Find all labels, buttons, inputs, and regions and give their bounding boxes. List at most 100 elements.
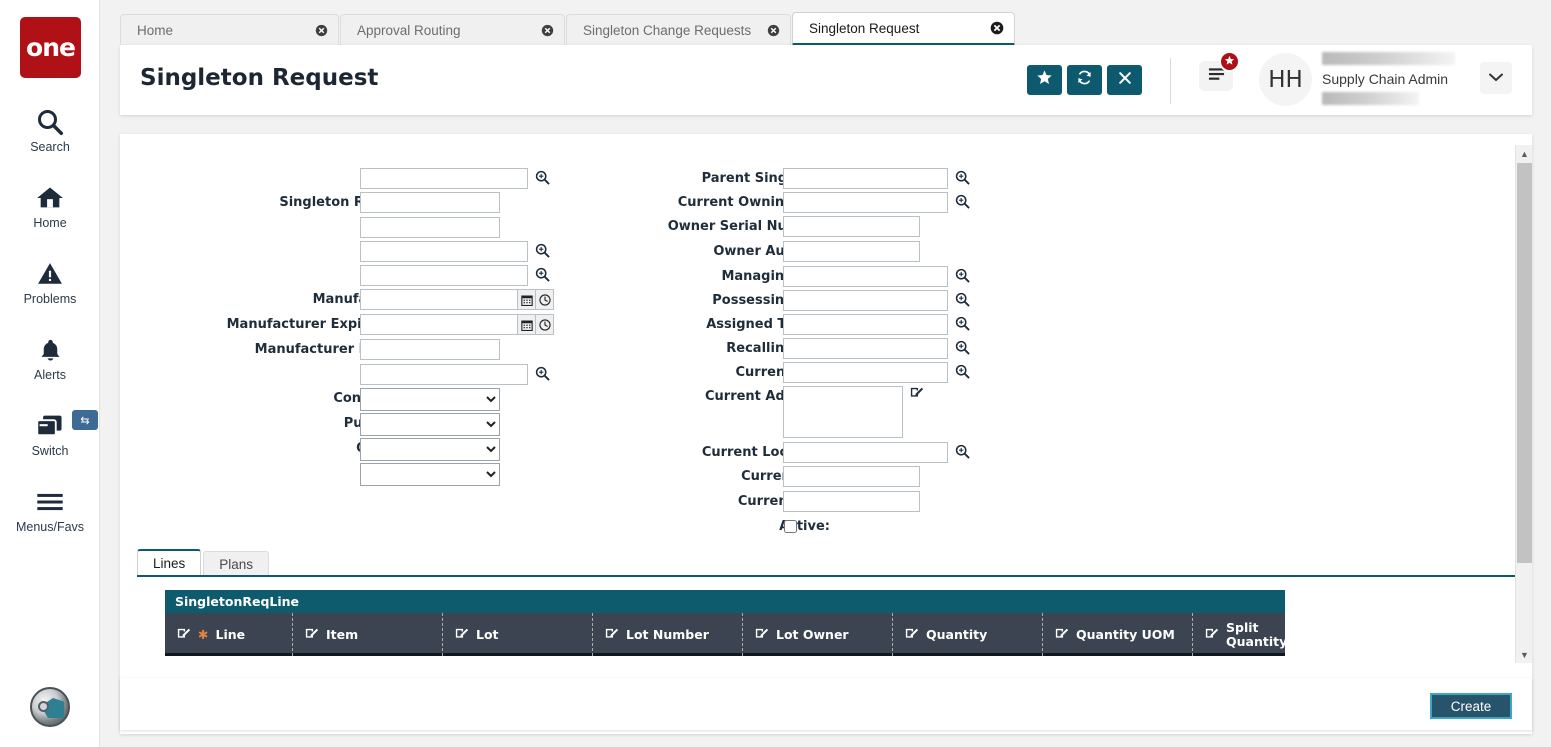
favorite-button[interactable] — [1027, 65, 1062, 95]
tabs-underline — [137, 575, 1515, 577]
grid-col-quantity-uom[interactable]: Quantity UOM — [1042, 613, 1192, 656]
grid-col-lot[interactable]: Lot — [442, 613, 592, 656]
category-input[interactable] — [360, 241, 528, 262]
rail-item-menus-favs[interactable]: Menus/Favs — [0, 485, 100, 534]
field-incomplete: Incomplete: — [150, 463, 450, 484]
close-button[interactable] — [1107, 65, 1142, 95]
field-owner-code: Owner Code: — [150, 438, 450, 459]
grid-col-line[interactable]: ✱ Line — [165, 613, 292, 656]
parent-singleton-input[interactable] — [783, 168, 948, 189]
current-lon-input[interactable] — [783, 491, 920, 512]
avatar-lens-shape — [38, 701, 49, 712]
notification-badge[interactable] — [1219, 51, 1240, 72]
field-possessing-org: Possessing Org: — [530, 290, 830, 311]
bell-icon — [37, 333, 64, 367]
grid-col-label: Line — [215, 628, 245, 642]
recalling-org-input[interactable] — [783, 338, 948, 359]
tab-close-icon[interactable] — [753, 24, 780, 37]
manufacturer-expiration-date-input[interactable] — [360, 314, 518, 335]
description-input[interactable] — [360, 217, 500, 238]
refresh-button[interactable] — [1067, 65, 1102, 95]
condition-code-select[interactable] — [360, 388, 500, 411]
edit-pencil-icon — [1205, 626, 1219, 643]
manufacturer-lot-number-input[interactable] — [360, 339, 500, 360]
grid-col-label: Item — [326, 628, 358, 642]
grid-col-lot-owner[interactable]: Lot Owner — [742, 613, 892, 656]
tab-close-icon[interactable] — [301, 24, 328, 37]
current-owning-org-search-icon[interactable] — [955, 194, 970, 214]
incomplete-select[interactable] — [360, 463, 500, 486]
field-lot: Lot: — [150, 364, 450, 385]
edit-address-icon[interactable] — [910, 385, 924, 404]
field-current-address: Current Address: — [530, 386, 830, 438]
current-lat-input[interactable] — [783, 466, 920, 487]
edit-pencil-icon — [605, 626, 619, 643]
rail-item-home[interactable]: Home — [0, 181, 100, 230]
grid-col-quantity[interactable]: Quantity — [892, 613, 1042, 656]
search-icon — [35, 105, 65, 139]
current-site-input[interactable] — [783, 362, 948, 383]
edit-pencil-icon — [455, 626, 469, 643]
edit-pencil-icon — [1055, 626, 1069, 643]
assigned-to-org-search-icon[interactable] — [955, 316, 970, 336]
vertical-scrollbar[interactable]: ▲ ▼ — [1515, 145, 1532, 663]
lot-input[interactable] — [360, 364, 528, 385]
active-checkbox[interactable] — [784, 520, 797, 533]
grid-col-split-quantity[interactable]: Split Quantity — [1192, 613, 1285, 656]
tab-plans[interactable]: Plans — [203, 551, 269, 576]
user-menu-button[interactable] — [1480, 62, 1512, 94]
owner-aux-key-input[interactable] — [783, 241, 920, 262]
tab-label: Home — [137, 23, 173, 38]
current-owning-org-input[interactable] — [783, 192, 948, 213]
parent-singleton-search-icon[interactable] — [955, 170, 970, 190]
possessing-org-input[interactable] — [783, 290, 948, 311]
owner-code-select[interactable] — [360, 438, 500, 461]
create-button[interactable]: Create — [1430, 693, 1512, 719]
tab-approval-routing[interactable]: Approval Routing — [340, 14, 565, 46]
tab-singleton-request[interactable]: Singleton Request — [792, 12, 1015, 46]
switch-swap-arrows-icon[interactable]: ⇆ — [72, 410, 98, 430]
redacted-user-name — [1322, 52, 1455, 65]
tab-singleton-change-requests[interactable]: Singleton Change Requests — [566, 14, 791, 46]
windows-stack-icon — [35, 409, 65, 443]
tab-home[interactable]: Home — [120, 14, 339, 46]
current-location-input[interactable] — [783, 442, 948, 463]
field-current-lat: Current Lat: — [530, 466, 830, 487]
managing-org-search-icon[interactable] — [955, 268, 970, 288]
grid-header-row: ✱ Line Item Lot Lot Number — [165, 613, 1285, 656]
vertical-scrollbar-thumb[interactable] — [1517, 163, 1532, 563]
tab-lines[interactable]: Lines — [137, 549, 201, 576]
current-address-textarea[interactable] — [783, 386, 903, 438]
item-input[interactable] — [360, 265, 528, 286]
singleton-req-number-input[interactable] — [360, 192, 500, 213]
enterprise-input[interactable] — [360, 168, 528, 189]
owner-serial-number-input[interactable] — [783, 216, 920, 237]
section-tabs: Lines Plans — [137, 549, 271, 576]
user-profile-avatar-icon[interactable] — [30, 687, 70, 727]
purpose-code-select[interactable] — [360, 413, 500, 436]
brand-logo[interactable]: one — [20, 17, 81, 78]
grid-col-item[interactable]: Item — [292, 613, 442, 656]
scroll-up-arrow-icon[interactable]: ▲ — [1516, 145, 1533, 162]
tab-close-icon[interactable] — [527, 24, 554, 37]
scroll-down-arrow-icon[interactable]: ▼ — [1516, 646, 1533, 663]
current-location-search-icon[interactable] — [955, 444, 970, 464]
star-icon — [1224, 55, 1235, 69]
grid-col-label: Lot Number — [626, 628, 709, 642]
avatar[interactable]: HH — [1259, 53, 1312, 106]
rail-label-alerts: Alerts — [34, 368, 66, 382]
assigned-to-org-input[interactable] — [783, 314, 948, 335]
rail-item-search[interactable]: Search — [0, 105, 100, 154]
current-site-search-icon[interactable] — [955, 364, 970, 384]
manufacture-date-input[interactable] — [360, 289, 518, 310]
page-header-card: Singleton Request — [120, 45, 1532, 115]
managing-org-input[interactable] — [783, 266, 948, 287]
field-current-site: Current Site: — [530, 362, 830, 383]
recalling-org-search-icon[interactable] — [955, 340, 970, 360]
possessing-org-search-icon[interactable] — [955, 292, 970, 312]
rail-item-problems[interactable]: Problems — [0, 257, 100, 306]
tab-close-icon[interactable] — [976, 21, 1004, 35]
rail-item-alerts[interactable]: Alerts — [0, 333, 100, 382]
grid-col-lot-number[interactable]: Lot Number — [592, 613, 742, 656]
field-manufacturer-expiration-date: Manufacturer Expiration Date: — [150, 314, 450, 335]
